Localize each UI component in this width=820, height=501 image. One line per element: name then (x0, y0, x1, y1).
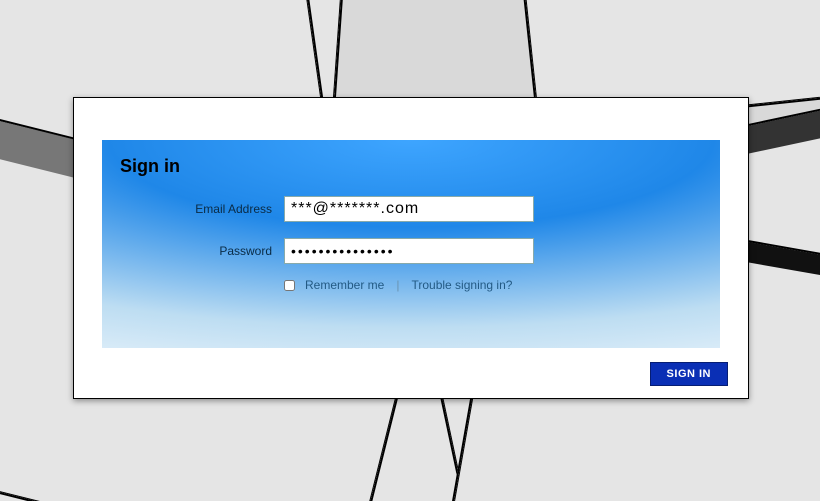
options-row: Remember me | Trouble signing in? (284, 278, 512, 292)
separator: | (396, 278, 399, 292)
trouble-signing-in-link[interactable]: Trouble signing in? (411, 278, 512, 292)
password-field[interactable] (284, 238, 534, 264)
page-title: Sign in (120, 156, 180, 177)
email-field[interactable] (284, 196, 534, 222)
remember-me-checkbox[interactable] (284, 280, 295, 291)
sign-in-button[interactable]: SIGN IN (650, 362, 728, 386)
signin-panel: Sign in Email Address Password Remember … (102, 140, 720, 348)
email-label: Email Address (102, 202, 284, 216)
password-label: Password (102, 244, 284, 258)
signin-dialog: Sign in Email Address Password Remember … (73, 97, 749, 399)
password-row: Password (102, 238, 720, 264)
remember-me-label: Remember me (305, 278, 384, 292)
bg-pane-title: ign in (0, 0, 300, 17)
email-row: Email Address (102, 196, 720, 222)
